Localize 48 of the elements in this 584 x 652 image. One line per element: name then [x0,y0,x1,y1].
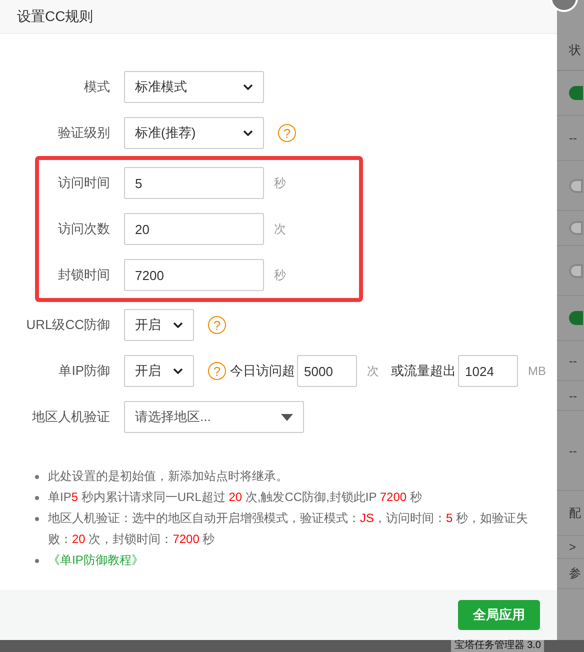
region-select[interactable]: 请选择地区... [124,401,304,433]
unit-label: 次 [367,362,379,380]
toggle-switch[interactable] [569,311,583,325]
select-field[interactable]: 标准(推荐) [124,117,264,149]
dialog-title: 设置CC规则 [17,8,94,26]
toggle-switch[interactable] [569,178,583,192]
select-field[interactable]: 开启 [124,355,194,387]
table-cell: -- [569,131,577,145]
field-label: 单IP防御 [58,362,111,380]
caret-icon [281,414,293,420]
field-label: 访问次数 [57,220,111,238]
table-cell: 配 [569,504,581,522]
table-cell: -- [569,444,577,458]
input-field[interactable]: 7200 [124,259,264,291]
field-label: 模式 [83,78,111,96]
field-label: 验证级别 [57,124,111,142]
note-text: 单IP5 秒内累计请求同一URL超过 20 次,触发CC防御,封锁此IP 7200 秒 [48,489,422,506]
table-cell: > [569,540,576,554]
field-label: URL级CC防御 [25,316,111,334]
note-text: 地区人机验证：选中的地区自动开启增强模式，验证模式：JS，访问时间：5 秒，如验证失败：20 次，封锁时间：7200 秒 [48,510,530,548]
field-label: 地区人机验证 [31,408,111,426]
limit-label: 今日访问超 [230,362,295,380]
table-cell: -- [569,354,577,368]
chevron-icon [173,368,183,374]
chevron-icon [243,84,253,90]
select-field[interactable]: 开启 [124,309,194,341]
chevron-icon [173,322,183,328]
chevron-icon [243,130,253,136]
unit-label: 秒 [274,174,286,192]
toggle-switch[interactable] [569,86,583,100]
input-field[interactable]: 5 [124,167,264,199]
input-field[interactable]: 1024 [458,355,518,387]
toggle-switch[interactable] [569,221,583,235]
column-header: 状 [569,42,581,58]
table-cell: -- [569,388,577,402]
unit-label: 秒 [274,266,286,284]
note-text: 此处设置的是初始值，新添加站点时将继承。 [48,468,288,485]
input-field[interactable]: 5000 [297,355,357,387]
input-field[interactable]: 20 [124,213,264,245]
unit-label: 次 [274,220,286,238]
unit-label: MB [528,364,546,378]
limit-label: 或流量超出 [391,362,456,380]
toggle-switch[interactable] [569,264,583,278]
select-field[interactable]: 标准模式 [124,71,264,103]
field-label: 访问时间 [57,174,111,192]
footer-text: 宝塔任务管理器 3.0 [451,640,544,652]
table-cell: 参 [569,565,581,582]
field-label: 封锁时间 [57,266,111,284]
